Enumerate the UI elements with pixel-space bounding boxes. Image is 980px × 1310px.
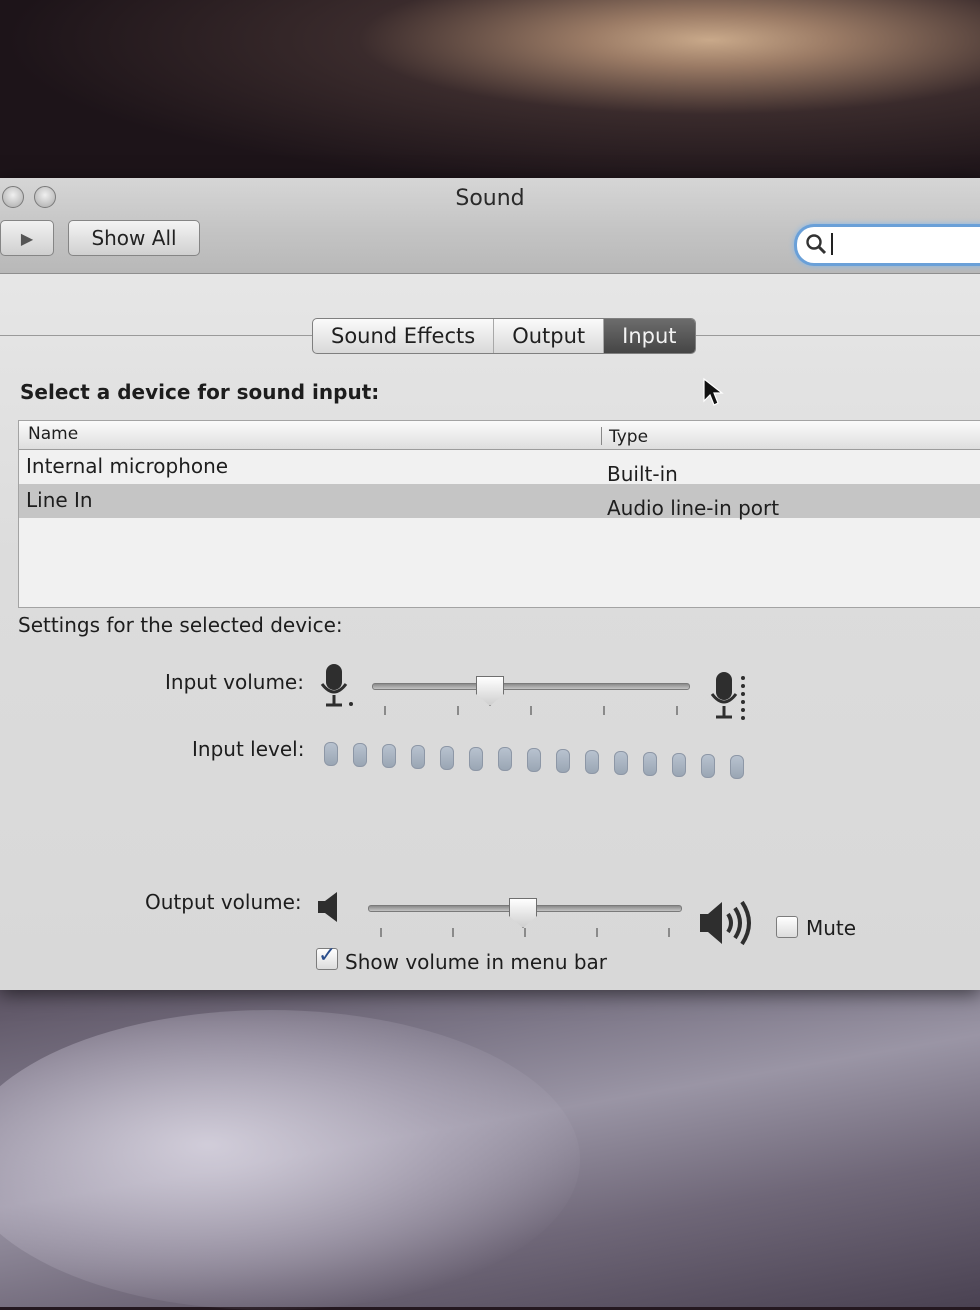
slider-tick: [384, 706, 386, 715]
slider-tick: [676, 706, 678, 715]
tab-input[interactable]: Input: [604, 319, 695, 353]
slider-tick: [596, 928, 598, 937]
level-segment: [672, 753, 686, 777]
slider-tick: [668, 928, 670, 937]
level-segment: [411, 745, 425, 769]
level-segment: [614, 751, 628, 775]
slider-tick: [452, 928, 454, 937]
settings-label: Settings for the selected device:: [18, 613, 343, 637]
slider-tick: [603, 706, 605, 715]
output-volume-label: Output volume:: [145, 890, 302, 914]
level-segment: [701, 754, 715, 778]
magnifier-icon: [805, 233, 827, 260]
level-segment: [353, 743, 367, 767]
mute-label: Mute: [806, 916, 857, 940]
level-segment: [643, 752, 657, 776]
device-name: Internal microphone: [26, 454, 229, 478]
tab-bar: Sound Effects Output Input: [312, 318, 696, 354]
input-level-label: Input level:: [192, 737, 305, 761]
show-volume-label: Show volume in menu bar: [345, 950, 608, 974]
device-type: Built-in: [607, 462, 678, 486]
column-header-type[interactable]: Type: [609, 427, 648, 447]
speaker-low-icon: [316, 890, 342, 928]
level-segment: [730, 755, 744, 779]
input-level-meter: [324, 742, 754, 779]
window-toolbar: Sound ▶ Show All: [0, 178, 980, 274]
input-device-table: Name Type Internal microphone Built-in L…: [18, 420, 980, 608]
tab-output[interactable]: Output: [494, 319, 605, 353]
mute-checkbox[interactable]: [776, 916, 798, 938]
desktop-background-top: [0, 0, 980, 190]
level-segment: [469, 747, 483, 771]
slider-tick: [524, 928, 526, 937]
device-prompt-label: Select a device for sound input:: [20, 380, 380, 404]
checkmark-icon: ✓: [318, 943, 337, 968]
window-title: Sound: [455, 186, 525, 211]
level-segment: [527, 748, 541, 772]
show-volume-checkbox[interactable]: ✓: [316, 943, 338, 970]
mouse-pointer-icon: [702, 377, 724, 411]
table-row-selected[interactable]: Line In Audio line-in port: [19, 484, 980, 520]
text-caret: [831, 233, 833, 255]
slider-knob[interactable]: [476, 676, 504, 706]
slider-tick: [457, 706, 459, 715]
device-type: Audio line-in port: [607, 496, 780, 520]
slider-track: [372, 683, 690, 690]
level-segment: [440, 746, 454, 770]
level-segment: [382, 744, 396, 768]
triangle-right-icon: ▶: [20, 228, 34, 248]
table-header: Name Type: [19, 421, 980, 450]
microphone-low-icon: [320, 662, 356, 714]
table-row[interactable]: Internal microphone Built-in: [19, 450, 980, 486]
microphone-high-icon: [708, 670, 752, 728]
speaker-high-icon: [698, 896, 758, 954]
show-all-button[interactable]: Show All: [68, 220, 200, 256]
level-segment: [324, 742, 338, 766]
tab-sound-effects[interactable]: Sound Effects: [313, 319, 495, 353]
search-field[interactable]: [794, 224, 980, 266]
slider-tick: [380, 928, 382, 937]
slider-tick: [530, 706, 532, 715]
device-name: Line In: [26, 488, 93, 512]
forward-button[interactable]: ▶: [0, 220, 54, 256]
input-volume-slider[interactable]: [372, 676, 692, 720]
output-volume-slider[interactable]: [368, 898, 686, 942]
slider-knob[interactable]: [509, 898, 537, 928]
level-segment: [556, 749, 570, 773]
column-separator: [601, 427, 602, 445]
level-segment: [498, 747, 512, 771]
input-volume-label: Input volume:: [165, 670, 304, 694]
level-segment: [585, 750, 599, 774]
column-header-name[interactable]: Name: [28, 424, 78, 444]
